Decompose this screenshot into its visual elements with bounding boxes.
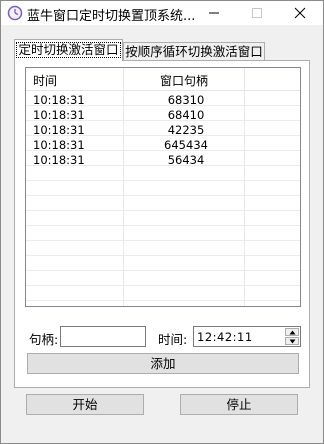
time-spinner[interactable] (285, 328, 299, 345)
column-header-time[interactable]: 时间 (33, 72, 57, 89)
minimize-button[interactable] (194, 1, 234, 25)
cell-time: 10:18:31 (33, 123, 85, 137)
app-window: 蓝牛窗口定时切换置顶系统... 定时切换激活窗口 按顺序循环切换激活窗口 时间 … (0, 0, 324, 444)
list-item[interactable]: 10:18:31 42235 (26, 122, 300, 137)
grid-line (26, 300, 300, 301)
tab-sequential-switch[interactable]: 按顺序循环切换激活窗口 (123, 42, 265, 62)
cell-handle: 68310 (167, 93, 205, 107)
time-picker[interactable]: 12:42:11 (193, 326, 301, 347)
title-bar[interactable]: 蓝牛窗口定时切换置顶系统... (1, 1, 323, 25)
add-button[interactable]: 添加 (27, 353, 299, 374)
cell-handle: 645434 (164, 138, 208, 152)
spin-down-button[interactable] (285, 337, 299, 345)
grid-line (26, 225, 300, 226)
maximize-button (237, 1, 277, 25)
list-header: 时间 窗口句柄 (26, 68, 300, 91)
list-item[interactable]: 10:18:31 645434 (26, 137, 300, 152)
window-title: 蓝牛窗口定时切换置顶系统... (27, 9, 196, 24)
list-item[interactable]: 10:18:31 68310 (26, 92, 300, 107)
cell-handle: 42235 (167, 123, 205, 137)
cell-handle: 68410 (167, 108, 205, 122)
arrow-down-icon (289, 339, 296, 344)
grid-line (26, 255, 300, 256)
close-button[interactable] (280, 1, 320, 25)
time-value[interactable]: 12:42:11 (197, 330, 253, 344)
grid-line (26, 240, 300, 241)
cell-time: 10:18:31 (33, 93, 85, 107)
grid-line (26, 270, 300, 271)
grid-line (26, 285, 300, 286)
minimize-icon (209, 12, 219, 14)
tab-timed-switch[interactable]: 定时切换激活窗口 (14, 39, 123, 61)
spin-up-button[interactable] (285, 328, 299, 336)
list-item[interactable]: 10:18:31 68410 (26, 107, 300, 122)
handle-input[interactable] (60, 326, 146, 347)
arrow-up-icon (289, 330, 296, 335)
cell-time: 10:18:31 (33, 153, 85, 167)
clock-icon (7, 5, 23, 21)
close-icon (294, 7, 306, 19)
start-button[interactable]: 开始 (26, 394, 144, 415)
log-list[interactable]: 时间 窗口句柄 10:18:31 68310 10:18:31 68410 10… (25, 67, 301, 307)
cell-time: 10:18:31 (33, 138, 85, 152)
tab-panel: 时间 窗口句柄 10:18:31 68310 10:18:31 68410 10… (14, 60, 310, 388)
cell-time: 10:18:31 (33, 108, 85, 122)
tab-sequential-switch-label: 按顺序循环切换激活窗口 (125, 44, 263, 59)
handle-label: 句柄: (29, 332, 59, 347)
list-item[interactable]: 10:18:31 56434 (26, 152, 300, 167)
stop-button[interactable]: 停止 (180, 394, 298, 415)
cell-handle: 56434 (167, 153, 205, 167)
time-label: 时间: (158, 332, 188, 347)
tab-timed-switch-label: 定时切换激活窗口 (16, 42, 121, 58)
grid-line (26, 180, 300, 181)
maximize-icon (252, 8, 262, 18)
column-header-handle[interactable]: 窗口句柄 (160, 72, 208, 89)
grid-line (26, 210, 300, 211)
grid-line (26, 195, 300, 196)
